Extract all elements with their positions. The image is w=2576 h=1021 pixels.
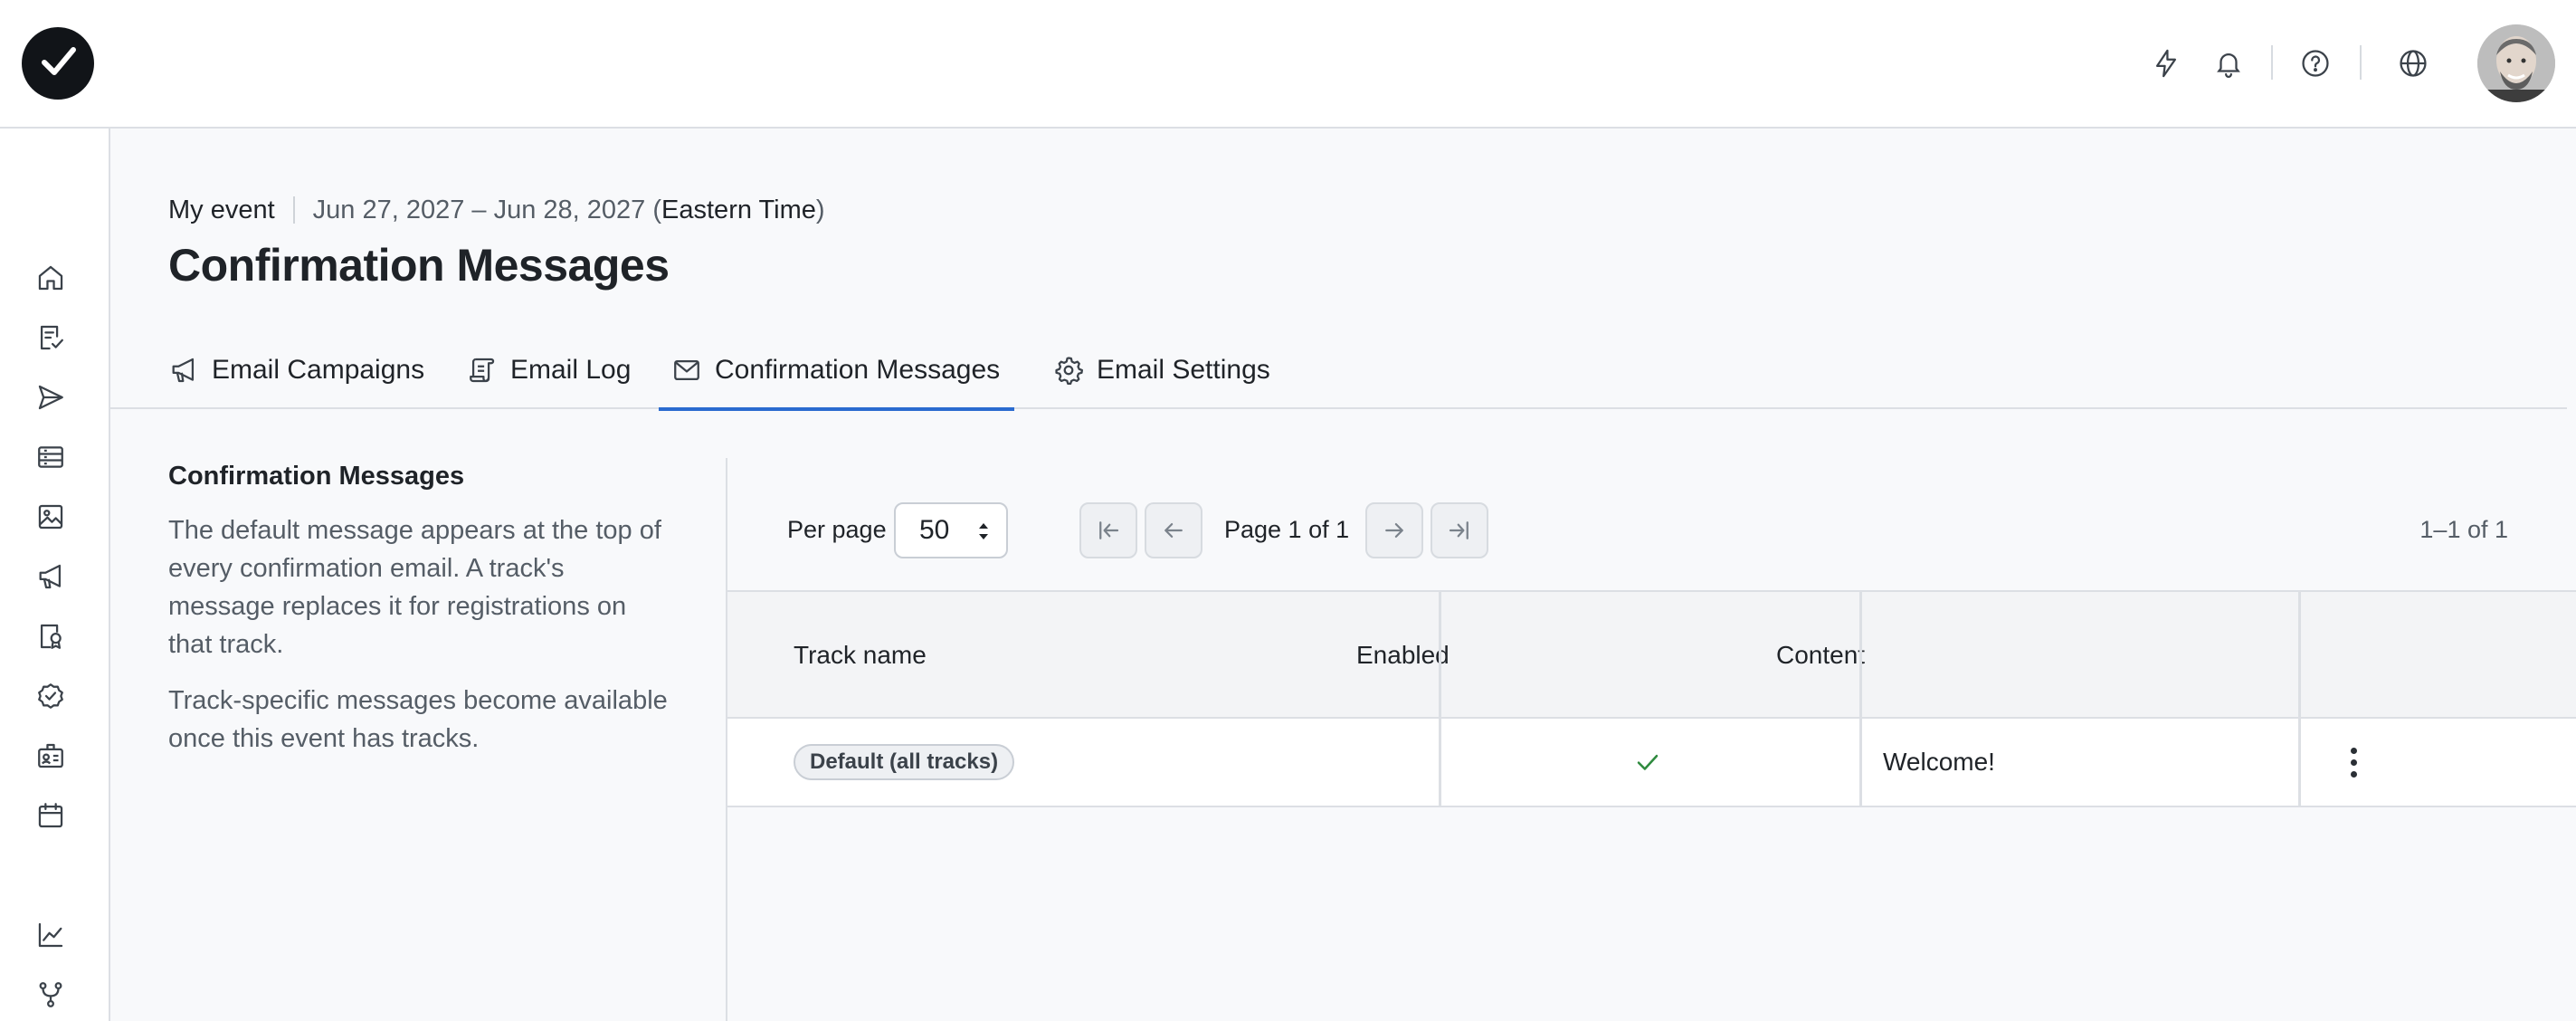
megaphone-icon[interactable] (31, 557, 71, 596)
calendar-icon[interactable] (31, 796, 71, 835)
app-logo[interactable] (22, 27, 94, 100)
left-navigation-rail (0, 129, 110, 1021)
first-page-button[interactable] (1079, 502, 1137, 558)
section-heading: Confirmation Messages (168, 462, 465, 491)
avatar-photo-icon (2477, 24, 2555, 102)
section-description: Confirmation Messages The default messag… (168, 462, 675, 776)
event-name[interactable]: My event (168, 196, 275, 225)
description-paragraph: Track-specific messages become available… (168, 686, 668, 753)
arrow-right-icon (1385, 523, 1403, 538)
next-page-button[interactable] (1365, 502, 1423, 558)
scroll-icon (470, 358, 495, 383)
gear-icon (1055, 357, 1084, 386)
help-icon[interactable] (2296, 43, 2335, 83)
last-page-icon (1449, 521, 1469, 539)
header-divider (2360, 45, 2362, 80)
tab-email-log[interactable]: Email Log (467, 331, 631, 409)
verified-icon[interactable] (31, 676, 71, 716)
arrow-left-icon (1164, 523, 1183, 538)
tab-label: Email Settings (1097, 355, 1270, 385)
page-title: Confirmation Messages (168, 240, 670, 291)
page-indicator: Page 1 of 1 (1224, 516, 1350, 543)
column-header-track-name[interactable]: Track name (794, 592, 927, 719)
tab-label: Email Log (510, 355, 632, 385)
column-divider (1439, 719, 1441, 806)
event-timezone-close: ) (815, 195, 825, 224)
event-dates: Jun 27, 2027 – Jun 28, 2027 ( (312, 195, 662, 224)
table-row[interactable]: Default (all tracks) Welcome! (727, 719, 2576, 807)
event-breadcrumb: My event Jun 27, 2027 – Jun 28, 2027 (Ea… (168, 192, 825, 228)
results-range: 1–1 of 1 (2419, 516, 2508, 543)
bell-icon[interactable] (2209, 43, 2248, 83)
megaphone-icon (172, 358, 195, 383)
list-icon[interactable] (31, 437, 71, 477)
column-divider (2298, 592, 2301, 719)
sort-caret-icon (979, 523, 988, 539)
event-timezone[interactable]: Eastern Time (661, 196, 816, 225)
analytics-icon[interactable] (31, 915, 71, 955)
tab-confirmation-messages[interactable]: Confirmation Messages (658, 331, 1015, 411)
home-icon[interactable] (31, 258, 71, 298)
per-page-label: Per page (787, 516, 887, 543)
column-divider (1439, 592, 1441, 719)
column-divider (1859, 592, 1862, 719)
tab-label: Confirmation Messages (715, 355, 1001, 385)
globe-icon[interactable] (2393, 43, 2433, 83)
badge-icon[interactable] (31, 616, 71, 656)
user-avatar[interactable] (2477, 24, 2555, 102)
column-divider (2298, 719, 2301, 806)
registration-icon[interactable] (31, 318, 71, 358)
column-header-content[interactable]: Content (1776, 592, 1865, 719)
track-chip: Default (all tracks) (794, 744, 1015, 780)
email-tabs: Email Campaigns Email Log Confirmation M… (110, 331, 2567, 411)
image-icon[interactable] (31, 497, 71, 537)
previous-page-button[interactable] (1145, 502, 1202, 558)
check-icon (1637, 754, 1659, 770)
enabled-cell (1634, 719, 1661, 806)
column-divider (1859, 719, 1862, 806)
tab-email-campaigns[interactable]: Email Campaigns (168, 331, 424, 409)
id-card-icon[interactable] (31, 736, 71, 776)
confirmation-messages-table: Track name Enabled Content Default (all … (727, 590, 2576, 807)
main-content: My event Jun 27, 2027 – Jun 28, 2027 (Ea… (110, 129, 2576, 1021)
table-header: Track name Enabled Content (727, 590, 2576, 719)
breadcrumb-divider (292, 196, 295, 224)
first-page-icon (1099, 521, 1119, 539)
checkmark-logo-icon (42, 47, 76, 75)
integrations-icon[interactable] (31, 975, 71, 1015)
send-icon[interactable] (31, 377, 71, 417)
content-cell: Welcome! (1883, 748, 1995, 776)
header-divider (2271, 45, 2273, 80)
tab-email-settings[interactable]: Email Settings (1053, 331, 1270, 409)
top-bar (0, 0, 2576, 129)
description-paragraph: The default message appears at the top o… (168, 516, 661, 659)
lightning-icon[interactable] (2146, 43, 2186, 83)
mail-icon (674, 359, 699, 381)
row-actions-menu[interactable] (2344, 719, 2362, 806)
per-page-select[interactable]: 50 (894, 502, 1008, 558)
last-page-button[interactable] (1431, 502, 1488, 558)
kebab-menu-icon (2344, 747, 2362, 778)
track-name-cell: Default (all tracks) (794, 719, 1015, 806)
per-page-value: 50 (919, 515, 950, 545)
tab-label: Email Campaigns (212, 355, 425, 385)
column-header-enabled[interactable]: Enabled (1356, 592, 1450, 719)
